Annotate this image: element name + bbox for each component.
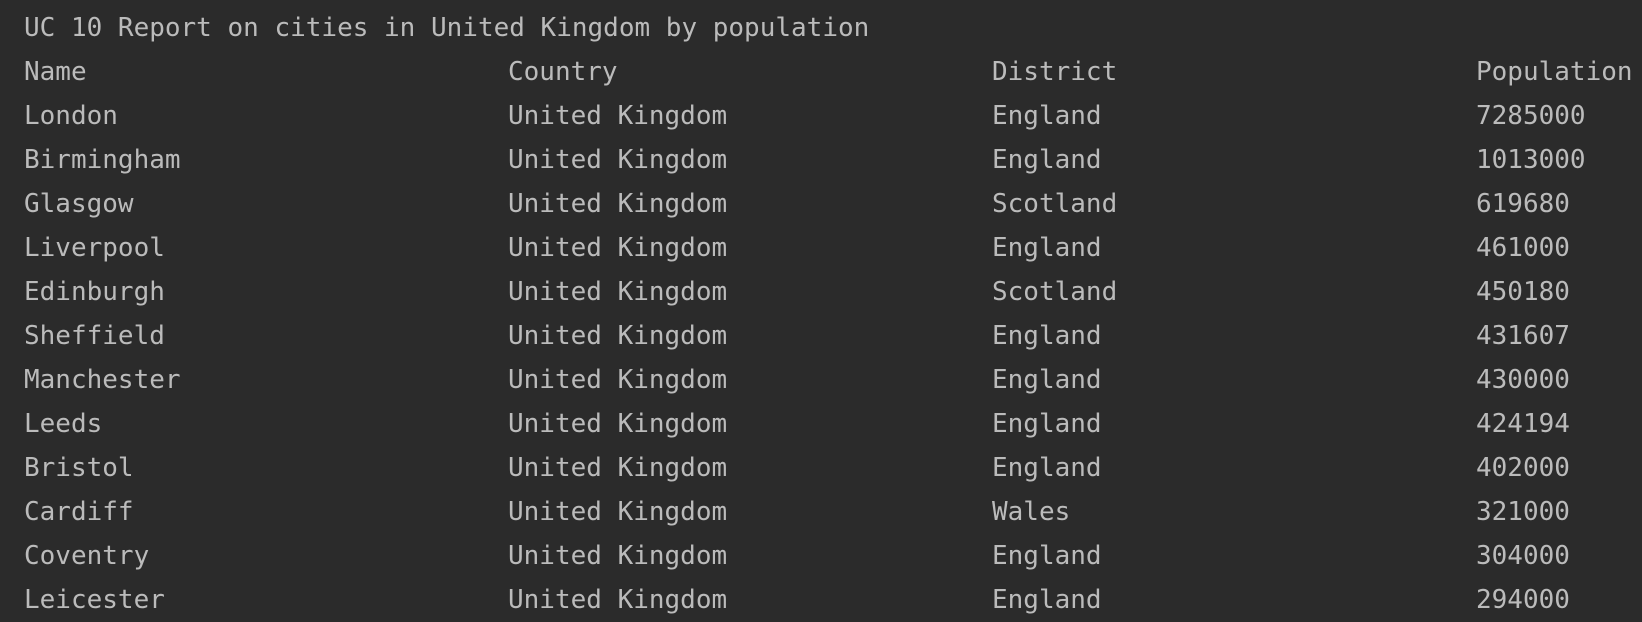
table-header: Name Country District Population (24, 50, 1633, 94)
table-row: London United Kingdom England 7285000 (24, 94, 1586, 138)
country-name: United Kingdom (508, 453, 728, 483)
country-name: United Kingdom (508, 541, 728, 571)
city-name: Leeds (24, 409, 103, 439)
table-body: London United Kingdom England 7285000 Birmin… (24, 94, 1586, 622)
console-output[interactable]: UC 10 Report on cities in United Kingdom… (24, 6, 1633, 622)
city-name: Birmingham (24, 145, 181, 175)
report-title: UC 10 Report on cities in United Kingdom… (24, 13, 870, 43)
table-row: Leicester United Kingdom England 294000 (24, 578, 1570, 622)
district-name: England (992, 365, 1102, 395)
city-name: Leicester (24, 585, 165, 615)
table-row: Glasgow United Kingdom Scotland 619680 (24, 182, 1570, 226)
table-row: Coventry United Kingdom England 304000 (24, 534, 1570, 578)
country-name: United Kingdom (508, 189, 728, 219)
population-value: 430000 (1476, 365, 1570, 395)
population-value: 461000 (1476, 233, 1570, 263)
header-name: Name (24, 57, 87, 87)
country-name: United Kingdom (508, 233, 728, 263)
district-name: England (992, 321, 1102, 351)
population-value: 1013000 (1476, 145, 1586, 175)
city-name: Manchester (24, 365, 181, 395)
population-value: 7285000 (1476, 101, 1586, 131)
district-name: England (992, 409, 1102, 439)
city-name: Edinburgh (24, 277, 165, 307)
table-row: Manchester United Kingdom England 430000 (24, 358, 1570, 402)
country-name: United Kingdom (508, 321, 728, 351)
population-value: 304000 (1476, 541, 1570, 571)
table-row: Liverpool United Kingdom England 461000 (24, 226, 1570, 270)
city-name: Sheffield (24, 321, 165, 351)
district-name: England (992, 101, 1102, 131)
header-country: Country (508, 57, 618, 87)
district-name: Scotland (992, 277, 1118, 307)
population-value: 321000 (1476, 497, 1570, 527)
country-name: United Kingdom (508, 409, 728, 439)
district-name: England (992, 585, 1102, 615)
city-name: Bristol (24, 453, 134, 483)
table-row: Leeds United Kingdom England 424194 (24, 402, 1570, 446)
country-name: United Kingdom (508, 277, 728, 307)
population-value: 294000 (1476, 585, 1570, 615)
table-row: Cardiff United Kingdom Wales 321000 (24, 490, 1570, 534)
district-name: England (992, 541, 1102, 571)
city-name: Cardiff (24, 497, 134, 527)
header-population: Population (1476, 57, 1633, 87)
population-value: 424194 (1476, 409, 1570, 439)
country-name: United Kingdom (508, 101, 728, 131)
district-name: Wales (992, 497, 1071, 527)
table-row: Sheffield United Kingdom England 431607 (24, 314, 1570, 358)
district-name: England (992, 453, 1102, 483)
population-value: 619680 (1476, 189, 1570, 219)
country-name: United Kingdom (508, 497, 728, 527)
district-name: England (992, 145, 1102, 175)
country-name: United Kingdom (508, 365, 728, 395)
table-row: Edinburgh United Kingdom Scotland 450180 (24, 270, 1570, 314)
city-name: London (24, 101, 118, 131)
header-district: District (992, 57, 1118, 87)
population-value: 431607 (1476, 321, 1570, 351)
city-name: Glasgow (24, 189, 134, 219)
district-name: England (992, 233, 1102, 263)
population-value: 402000 (1476, 453, 1570, 483)
city-name: Liverpool (24, 233, 165, 263)
district-name: Scotland (992, 189, 1118, 219)
table-row: Bristol United Kingdom England 402000 (24, 446, 1570, 490)
population-value: 450180 (1476, 277, 1570, 307)
city-name: Coventry (24, 541, 150, 571)
table-row: Birmingham United Kingdom England 1013000 (24, 138, 1586, 182)
country-name: United Kingdom (508, 145, 728, 175)
country-name: United Kingdom (508, 585, 728, 615)
